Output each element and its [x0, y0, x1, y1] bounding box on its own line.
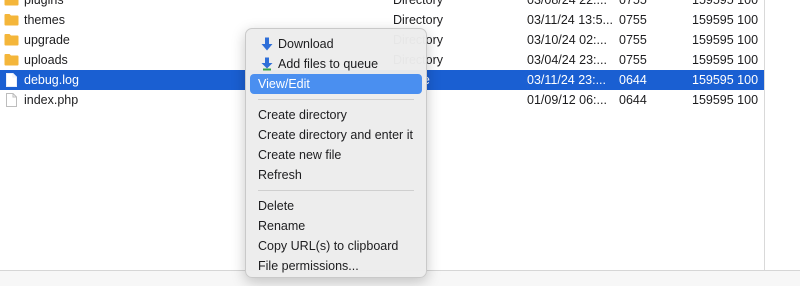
folder-icon — [4, 33, 19, 46]
file-name: debug.log — [24, 73, 79, 87]
file-type: Directory — [393, 13, 444, 27]
menu-item-create-new-file[interactable]: Create new file — [250, 145, 422, 165]
file-modified: 03/11/24 23:... — [527, 73, 606, 87]
menu-item-create-directory[interactable]: Create directory — [250, 105, 422, 125]
menu-item-create-directory-and-enter-it[interactable]: Create directory and enter it — [250, 125, 422, 145]
menu-item-rename[interactable]: Rename — [250, 216, 422, 236]
folder-icon — [4, 0, 19, 6]
file-icon — [4, 93, 19, 107]
menu-item-label: Create new file — [258, 148, 342, 162]
file-permissions: 0755 — [619, 0, 647, 7]
file-icon — [4, 73, 19, 87]
file-owner: 159595 100 — [692, 33, 759, 47]
download-arrow-icon — [260, 37, 274, 51]
folder-icon — [4, 13, 19, 26]
file-name: upgrade — [24, 33, 70, 47]
menu-item-label: Create directory — [258, 108, 347, 122]
file-modified: 03/04/24 23:... — [527, 53, 607, 67]
menu-item-label: Add files to queue — [278, 57, 379, 71]
file-name: index.php — [24, 93, 79, 107]
file-name: plugins — [24, 0, 64, 7]
menu-item-label: Refresh — [258, 168, 302, 182]
add-to-queue-icon — [260, 57, 274, 71]
file-modified: 03/11/24 13:5... — [527, 13, 613, 27]
menu-item-label: Create directory and enter it — [258, 128, 413, 142]
file-owner: 159595 100 — [692, 13, 759, 27]
file-type: Directory — [393, 0, 444, 7]
context-menu: Download Add files to queue View/Edit Creat… — [245, 28, 427, 278]
file-row[interactable]: themes Directory 03/11/24 13:5... 0755 15959… — [0, 10, 764, 30]
file-permissions: 0755 — [619, 33, 647, 47]
menu-separator — [258, 190, 414, 191]
menu-item-label: View/Edit — [258, 77, 310, 91]
menu-item-label: File permissions... — [258, 259, 359, 273]
file-permissions: 0755 — [619, 53, 647, 67]
menu-item-view-edit[interactable]: View/Edit — [250, 74, 422, 94]
file-name: uploads — [24, 53, 68, 67]
menu-item-copy-url-s-to-clipboard[interactable]: Copy URL(s) to clipboard — [250, 236, 422, 256]
menu-item-file-permissions[interactable]: File permissions... — [250, 256, 422, 276]
file-permissions: 0755 — [619, 13, 647, 27]
file-owner: 159595 100 — [692, 53, 759, 67]
folder-icon — [4, 53, 19, 66]
menu-item-label: Copy URL(s) to clipboard — [258, 239, 399, 253]
file-modified: 03/08/24 22:... — [527, 0, 607, 7]
column-divider — [764, 0, 765, 285]
file-owner: 159595 100 — [692, 93, 759, 107]
menu-item-label: Download — [278, 37, 334, 51]
menu-item-label: Delete — [258, 199, 295, 213]
menu-item-refresh[interactable]: Refresh — [250, 165, 422, 185]
file-owner: 159595 100 — [692, 0, 759, 7]
menu-item-add-files-to-queue[interactable]: Add files to queue — [250, 54, 422, 74]
menu-item-label: Rename — [258, 219, 306, 233]
file-row[interactable]: plugins Directory 03/08/24 22:... 0755 15959… — [0, 0, 764, 10]
menu-separator — [258, 99, 414, 100]
menu-item-delete[interactable]: Delete — [250, 196, 422, 216]
file-modified: 01/09/12 06:... — [527, 93, 607, 107]
file-modified: 03/10/24 02:... — [527, 33, 607, 47]
file-permissions: 0644 — [619, 73, 647, 87]
file-name: themes — [24, 13, 65, 27]
file-permissions: 0644 — [619, 93, 647, 107]
file-owner: 159595 100 — [692, 73, 759, 87]
menu-item-download[interactable]: Download — [250, 34, 422, 54]
